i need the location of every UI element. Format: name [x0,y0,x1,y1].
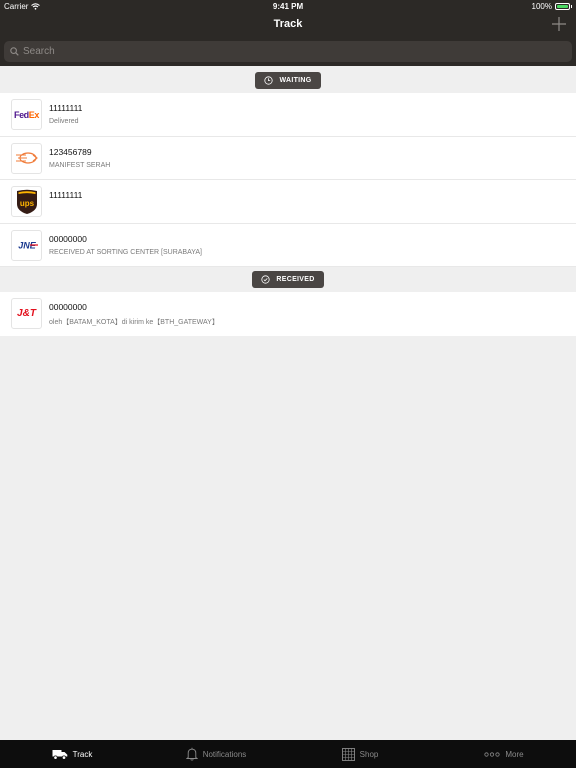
shipment-status: Delivered [49,118,79,125]
pos-indonesia-logo-icon [11,142,42,174]
jne-logo-icon: JNE [11,229,42,261]
fedex-logo-text-b: Ex [28,109,40,120]
status-bar: Carrier 9:41 PM 100% [0,0,576,12]
battery-icon [555,3,572,10]
more-dots-icon [484,751,500,757]
tab-label: Notifications [202,749,247,759]
list-item[interactable]: 123456789 MANIFEST SERAH [0,136,576,180]
tracking-number: 11111111 [49,103,83,113]
tab-label: Shop [359,749,379,759]
clock-icon [264,76,274,85]
navigation-bar: Track [0,12,576,40]
search-area [0,40,576,66]
tab-notifications[interactable]: Notifications [144,740,288,768]
tab-track[interactable]: Track [0,740,144,768]
check-circle-icon [261,275,271,284]
tab-more[interactable]: More [432,740,576,768]
battery-percent: 100% [531,2,552,11]
fedex-logo-icon: FedEx [11,99,42,130]
jnt-logo-icon: J&T [11,298,42,329]
section-header-received: RECEIVED [0,267,576,292]
list-item[interactable]: FedEx 11111111 Delivered [0,93,576,137]
tab-label: Track [72,749,93,759]
battery-fill [557,5,568,8]
truck-icon [52,749,67,760]
search-box[interactable] [4,41,572,62]
tracking-number: 11111111 [49,190,83,200]
jne-logo-graphic: JNE [18,241,38,251]
tab-label: More [505,749,524,759]
shop-grid-icon [341,747,355,761]
ups-shield-graphic: ups [16,189,37,214]
bell-icon [185,747,198,761]
section-pill: RECEIVED [252,271,324,288]
ups-logo-icon: ups [11,186,42,217]
ups-logo-text: ups [19,199,34,208]
tracking-number: 00000000 [49,302,87,312]
list-item[interactable]: JNE 00000000 RECEIVED AT SORTING CENTER … [0,223,576,267]
battery-group: 100% [531,2,572,11]
status-time: 9:41 PM [272,2,304,11]
jnt-logo-text: J&T [17,308,36,319]
pos-indonesia-logo-graphic [15,152,38,164]
tab-bar: Track Notifications Shop More [0,740,576,768]
tracking-number: 00000000 [49,233,87,244]
page-title: Track [273,18,303,30]
section-label: RECEIVED [276,276,315,283]
section-header-waiting: WAITING [0,68,576,93]
tab-shop[interactable]: Shop [288,740,432,768]
tracking-number: 123456789 [49,146,92,157]
section-label: WAITING [279,77,312,84]
shipment-status: oleh【BATAM_KOTA】di kirim ke【BTH_GATEWAY】 [49,319,219,326]
add-icon[interactable] [550,15,568,33]
list-item[interactable]: J&T 00000000 oleh【BATAM_KOTA】di kirim ke… [0,292,576,336]
section-pill: WAITING [255,72,321,89]
shipment-status: RECEIVED AT SORTING CENTER [SURABAYA] [49,248,202,256]
list-item[interactable]: ups 11111111 [0,180,576,224]
shipment-list: WAITING FedEx 11111111 Delivered 1234567… [0,68,576,336]
shipment-status: MANIFEST SERAH [49,161,111,169]
fedex-logo-text-a: Fed [13,109,29,120]
search-input[interactable] [23,46,543,57]
search-icon [10,47,19,56]
